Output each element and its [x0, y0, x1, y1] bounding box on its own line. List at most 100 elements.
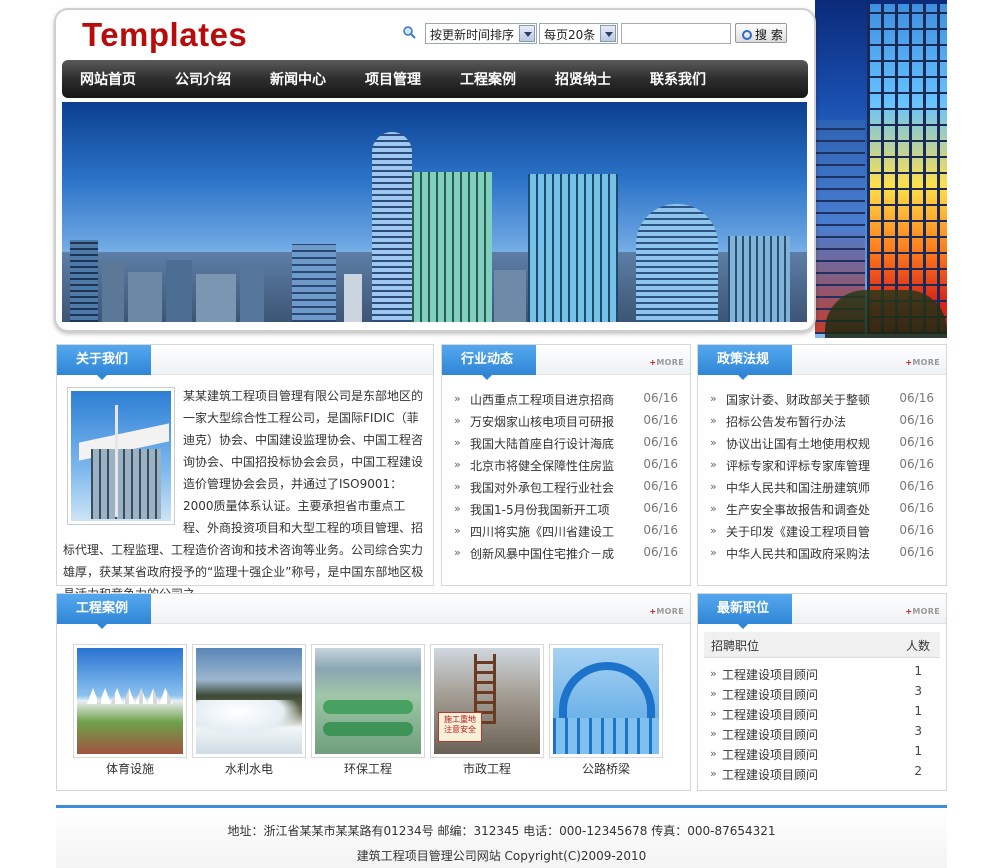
jobs-table-header: 招聘职位 人数: [704, 632, 940, 658]
table-row[interactable]: » 工程建设项目顾问 2: [710, 764, 930, 784]
cases-header: 工程案例 +MORE: [57, 594, 690, 629]
list-item[interactable]: » 中华人民共和国政府采购法 06/16: [710, 543, 934, 565]
safety-sign: 施工重地 注意安全: [438, 712, 482, 742]
bullet-icon: »: [710, 707, 717, 720]
more-label: MORE: [912, 607, 940, 616]
nav-item-about[interactable]: 公司介绍: [175, 69, 231, 89]
page-size-value: 每页20条: [544, 28, 596, 42]
about-header: 关于我们: [57, 345, 433, 380]
bullet-icon: »: [454, 458, 461, 471]
cases-more-link[interactable]: +MORE: [649, 607, 684, 616]
list-item[interactable]: » 评标专家和评标专家库管理 06/16: [710, 455, 934, 477]
industry-news-more-link[interactable]: +MORE: [649, 358, 684, 367]
list-item[interactable]: » 生产安全事故报告和调查处 06/16: [710, 499, 934, 521]
column-header-position: 招聘职位: [711, 639, 760, 653]
chevron-down-icon: [519, 25, 535, 42]
list-item[interactable]: » 协议出让国有土地使用权规 06/16: [710, 433, 934, 455]
nav-item-home[interactable]: 网站首页: [80, 69, 136, 89]
list-item[interactable]: » 我国大陆首座自行设计海底 06/16: [454, 433, 678, 455]
keyword-input[interactable]: [621, 23, 731, 44]
bullet-icon: »: [454, 546, 461, 559]
bullet-icon: »: [710, 727, 717, 740]
list-item[interactable]: » 国家计委、财政部关于整顿 06/16: [710, 389, 934, 411]
jobs-title[interactable]: 最新职位: [698, 594, 792, 629]
industry-news-title[interactable]: 行业动态: [442, 345, 536, 380]
case-item-environment[interactable]: 环保工程: [311, 644, 425, 777]
bullet-icon: »: [454, 414, 461, 427]
site-logo[interactable]: Templates: [82, 16, 247, 54]
case-caption: 水利水电: [224, 762, 273, 776]
table-row[interactable]: » 工程建设项目顾问 1: [710, 704, 930, 724]
policy-title[interactable]: 政策法规: [698, 345, 792, 380]
bullet-icon: »: [710, 414, 717, 427]
column-header-count: 人数: [905, 639, 930, 653]
policy-header: 政策法规 +MORE: [698, 345, 946, 380]
nav-item-careers[interactable]: 招贤纳士: [555, 69, 611, 89]
jobs-header: 最新职位 +MORE: [698, 594, 946, 629]
list-item[interactable]: » 四川将实施《四川省建设工 06/16: [454, 521, 678, 543]
nav-item-projects[interactable]: 项目管理: [365, 69, 421, 89]
main-nav: 网站首页 公司介绍 新闻中心 项目管理 工程案例 招贤纳士 联系我们: [62, 60, 808, 98]
nav-item-contact[interactable]: 联系我们: [650, 69, 706, 89]
footer: 地址：浙江省某某市某某路有01234号 邮编：312345 电话：000-123…: [56, 805, 947, 868]
list-item[interactable]: » 招标公告发布暂行办法 06/16: [710, 411, 934, 433]
nav-item-news[interactable]: 新闻中心: [270, 69, 326, 89]
industry-news-header: 行业动态 +MORE: [442, 345, 690, 380]
footer-copyright: 建筑工程项目管理公司网站 Copyright(C)2009-2010: [356, 849, 647, 863]
page-size-select[interactable]: 每页20条: [539, 23, 618, 44]
table-row[interactable]: » 工程建设项目顾问 1: [710, 664, 930, 684]
table-row[interactable]: » 工程建设项目顾问 3: [710, 724, 930, 744]
list-item[interactable]: » 我国对外承包工程行业社会 06/16: [454, 477, 678, 499]
cases-title[interactable]: 工程案例: [57, 594, 151, 629]
list-item[interactable]: » 关于印发《建设工程项目管 06/16: [710, 521, 934, 543]
table-row[interactable]: » 工程建设项目顾问 3: [710, 684, 930, 704]
case-caption: 环保工程: [343, 762, 392, 776]
more-label: MORE: [656, 358, 684, 367]
sort-order-select[interactable]: 按更新时间排序: [425, 23, 537, 44]
list-item[interactable]: » 万安烟家山核电项目可研报 06/16: [454, 411, 678, 433]
bullet-icon: »: [710, 436, 717, 449]
bullet-icon: »: [710, 458, 717, 471]
more-label: MORE: [912, 358, 940, 367]
list-item[interactable]: » 我国1-5月份我国新开工项 06/16: [454, 499, 678, 521]
about-panel: 关于我们 某某建筑工程项目管理有限公司是东部地区的一家大型综合性工程公司，是国际…: [56, 344, 434, 601]
bullet-icon: »: [710, 392, 717, 405]
about-title[interactable]: 关于我们: [57, 345, 151, 380]
jobs-panel: 最新职位 +MORE 招聘职位 人数 » 工程建设项目顾问 1 » 工程建设项目顾问 3…: [697, 593, 947, 791]
jobs-more-link[interactable]: +MORE: [905, 607, 940, 616]
bullet-icon: »: [710, 546, 717, 559]
chevron-down-icon: [600, 25, 616, 42]
search-button[interactable]: 搜 索: [735, 23, 787, 43]
nav-item-cases[interactable]: 工程案例: [460, 69, 516, 89]
list-item[interactable]: » 北京市将健全保障性住房监 06/16: [454, 455, 678, 477]
bullet-icon: »: [454, 392, 461, 405]
industry-news-list: » 山西重点工程项目进京招商 06/16 » 万安烟家山核电项目可研报 06/16 » 我…: [454, 389, 678, 565]
search-icon: [742, 30, 752, 40]
bullet-icon: »: [710, 747, 717, 760]
case-item-sports[interactable]: 体育设施: [73, 644, 187, 777]
policy-list: » 国家计委、财政部关于整顿 06/16 » 招标公告发布暂行办法 06/16 » 协议出…: [710, 389, 934, 565]
case-item-municipal[interactable]: 施工重地 注意安全 市政工程: [430, 644, 544, 777]
sort-order-value: 按更新时间排序: [430, 28, 515, 42]
case-item-hydro[interactable]: 水利水电: [192, 644, 306, 777]
list-item[interactable]: » 创新风暴中国住宅推介－成 06/16: [454, 543, 678, 565]
bullet-icon: »: [454, 436, 461, 449]
list-item[interactable]: » 中华人民共和国注册建筑师 06/16: [710, 477, 934, 499]
footer-contact: 地址：浙江省某某市某某路有01234号 邮编：312345 电话：000-123…: [227, 824, 776, 838]
search-button-label: 搜 索: [755, 28, 783, 42]
list-item[interactable]: » 山西重点工程项目进京招商 06/16: [454, 389, 678, 411]
more-label: MORE: [656, 607, 684, 616]
case-caption: 体育设施: [105, 762, 154, 776]
industry-news-panel: 行业动态 +MORE » 山西重点工程项目进京招商 06/16 » 万安烟家山核电项目…: [441, 344, 691, 586]
table-row[interactable]: » 工程建设项目顾问 1: [710, 744, 930, 764]
search-icon: [403, 26, 416, 39]
bullet-icon: »: [454, 480, 461, 493]
policy-more-link[interactable]: +MORE: [905, 358, 940, 367]
case-caption: 公路桥梁: [581, 762, 630, 776]
bullet-icon: »: [710, 767, 717, 780]
bullet-icon: »: [710, 524, 717, 537]
bullet-icon: »: [454, 502, 461, 515]
side-building-image: [815, 0, 947, 338]
bullet-icon: »: [710, 687, 717, 700]
case-item-bridge[interactable]: 公路桥梁: [549, 644, 663, 777]
